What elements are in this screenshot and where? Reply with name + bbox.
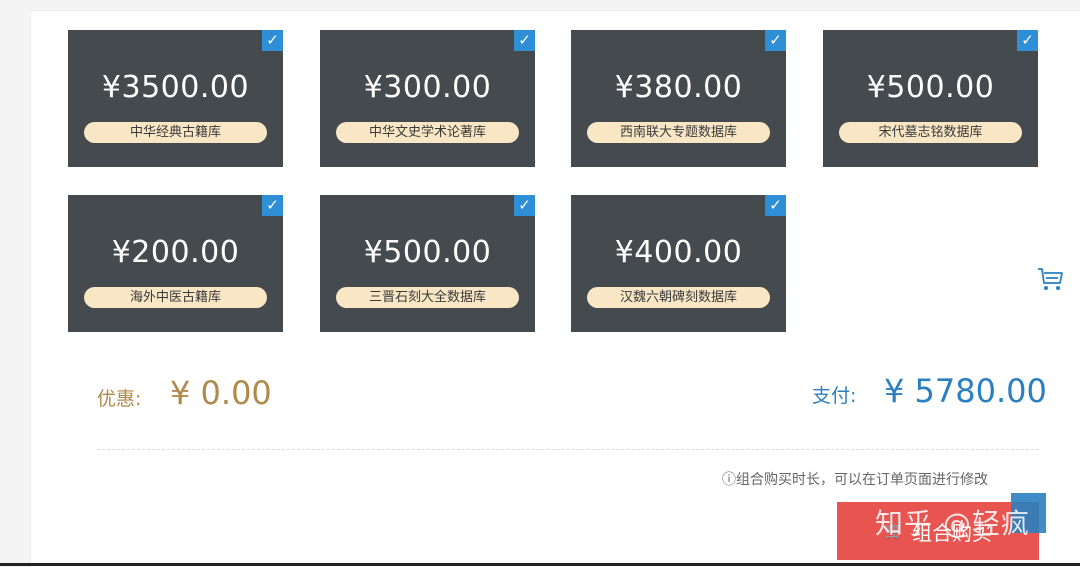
product-name: 中华经典古籍库 [84, 122, 267, 143]
combo-note: ⓘ组合购买时长，可以在订单页面进行修改 [722, 472, 988, 488]
floating-badge[interactable] [1011, 493, 1046, 533]
product-price: ¥400.00 [614, 235, 743, 270]
product-name: 汉魏六朝碑刻数据库 [587, 287, 770, 308]
pay-label: 支付: [812, 385, 857, 407]
product-card[interactable]: ✓ ¥500.00 宋代墓志铭数据库 [823, 30, 1038, 167]
product-name: 三晋石刻大全数据库 [336, 287, 519, 308]
product-price: ¥200.00 [111, 235, 240, 270]
discount-value: ¥ 0.00 [170, 374, 272, 412]
discount-label: 优惠: [97, 388, 142, 410]
product-name: 海外中医古籍库 [84, 287, 267, 308]
pay-total: ¥ 5780.00 [884, 372, 1047, 410]
cart-icon: 🛒 [884, 523, 904, 540]
product-card[interactable]: ✓ ¥500.00 三晋石刻大全数据库 [320, 195, 535, 332]
combo-buy-button[interactable]: 🛒 组合购买 [837, 502, 1039, 560]
product-card[interactable]: ✓ ¥380.00 西南联大专题数据库 [571, 30, 786, 167]
product-name: 西南联大专题数据库 [587, 122, 770, 143]
product-card[interactable]: ✓ ¥300.00 中华文史学术论著库 [320, 30, 535, 167]
checkmark-icon[interactable]: ✓ [262, 30, 283, 51]
checkmark-icon[interactable]: ✓ [262, 195, 283, 216]
product-name: 宋代墓志铭数据库 [839, 122, 1022, 143]
product-card[interactable]: ✓ ¥200.00 海外中医古籍库 [68, 195, 283, 332]
product-price: ¥500.00 [363, 235, 492, 270]
buy-button-label: 组合购买 [911, 522, 992, 545]
divider [97, 449, 1039, 450]
checkmark-icon[interactable]: ✓ [765, 30, 786, 51]
product-card[interactable]: ✓ ¥400.00 汉魏六朝碑刻数据库 [571, 195, 786, 332]
product-price: ¥300.00 [363, 70, 492, 105]
checkmark-icon[interactable]: ✓ [1017, 30, 1038, 51]
checkmark-icon[interactable]: ✓ [514, 30, 535, 51]
checkmark-icon[interactable]: ✓ [514, 195, 535, 216]
product-card[interactable]: ✓ ¥3500.00 中华经典古籍库 [68, 30, 283, 167]
product-name: 中华文史学术论著库 [336, 122, 519, 143]
product-price: ¥500.00 [866, 70, 995, 105]
cart-icon[interactable] [1036, 266, 1064, 292]
checkmark-icon[interactable]: ✓ [765, 195, 786, 216]
product-price: ¥380.00 [614, 70, 743, 105]
product-price: ¥3500.00 [101, 70, 250, 105]
